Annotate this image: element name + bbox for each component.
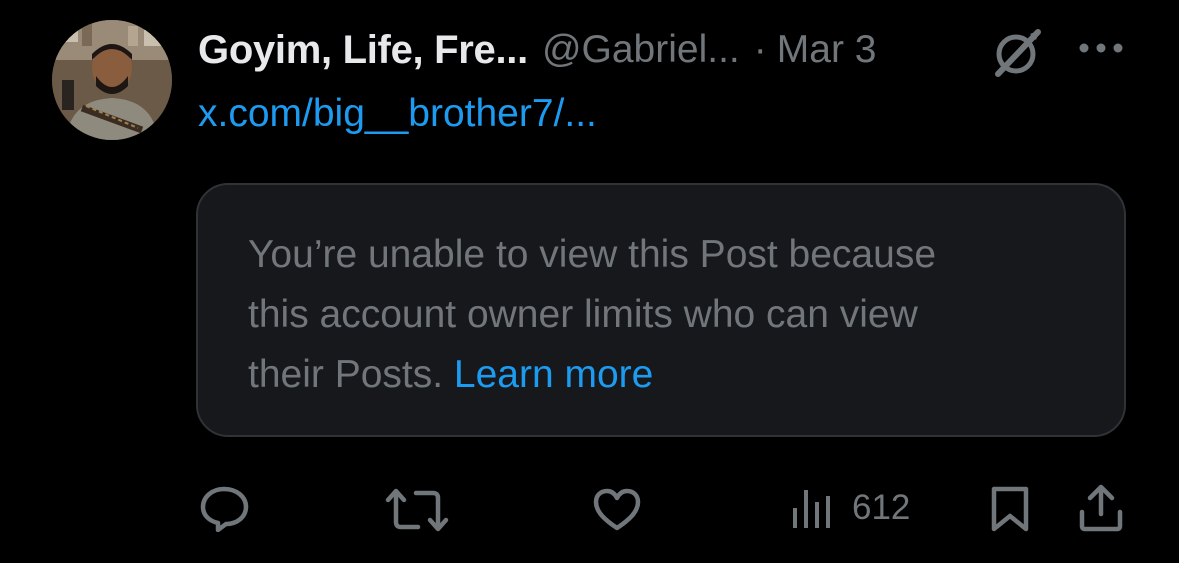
author-display-name[interactable]: Goyim, Life, Fre... bbox=[198, 28, 528, 73]
share-icon bbox=[1079, 484, 1123, 532]
avatar-photo-icon bbox=[52, 20, 172, 140]
bookmark-icon bbox=[991, 486, 1029, 532]
views-count: 612 bbox=[852, 488, 911, 527]
views-icon bbox=[793, 490, 830, 528]
more-options-icon[interactable] bbox=[1078, 36, 1124, 60]
notice-line-3-text: their Posts. bbox=[248, 353, 444, 396]
notice-text: You’re unable to view this Post because … bbox=[248, 225, 1088, 405]
share-button[interactable] bbox=[1078, 484, 1124, 532]
separator-dot: · bbox=[753, 28, 767, 71]
post-date[interactable]: Mar 3 bbox=[777, 28, 877, 72]
post-header: Goyim, Life, Fre... @Gabriel... · Mar 3 bbox=[198, 24, 876, 76]
reply-button[interactable] bbox=[200, 486, 250, 532]
bookmark-button[interactable] bbox=[990, 486, 1030, 532]
post-link[interactable]: x.com/big__brother7/... bbox=[198, 92, 597, 136]
notice-line-1: You’re unable to view this Post because bbox=[248, 233, 937, 276]
notice-line-2: this account owner limits who can view bbox=[248, 293, 918, 336]
restricted-post-notice: You’re unable to view this Post because … bbox=[196, 183, 1126, 437]
reply-icon bbox=[200, 486, 249, 532]
repost-icon bbox=[385, 488, 449, 532]
like-icon bbox=[593, 488, 641, 531]
views-button[interactable] bbox=[790, 486, 834, 530]
repost-button[interactable] bbox=[384, 488, 450, 532]
learn-more-link[interactable]: Learn more bbox=[454, 353, 653, 396]
avatar[interactable] bbox=[52, 20, 172, 140]
author-handle[interactable]: @Gabriel... bbox=[542, 28, 740, 72]
like-button[interactable] bbox=[592, 488, 642, 532]
grok-icon[interactable] bbox=[990, 26, 1046, 80]
post[interactable]: Goyim, Life, Fre... @Gabriel... · Mar 3 … bbox=[0, 0, 1179, 563]
notice-line-3: their Posts. Learn more bbox=[248, 345, 1088, 405]
